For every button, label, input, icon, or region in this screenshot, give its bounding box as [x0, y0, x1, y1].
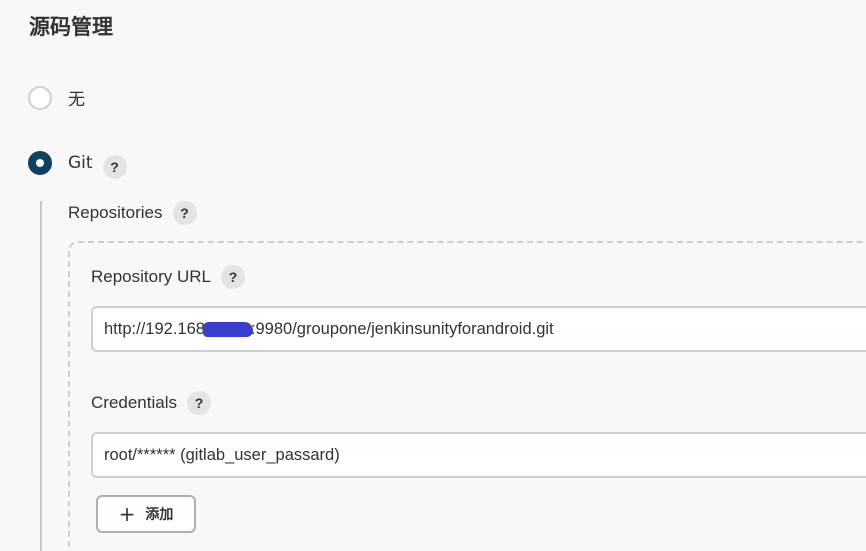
nested-section-bar — [40, 201, 42, 551]
add-credentials-button[interactable]: + 添加 — [96, 495, 196, 533]
credentials-select[interactable]: root/****** (gitlab_user_passard) — [91, 432, 866, 478]
credentials-value: root/****** (gitlab_user_passard) — [104, 445, 340, 464]
repository-url-help-icon[interactable]: ? — [221, 265, 245, 289]
radio-none[interactable] — [28, 85, 52, 110]
repositories-label: Repositories — [68, 203, 163, 222]
repositories-label-row: Repositories ? — [68, 201, 197, 225]
scm-option-git[interactable]: Git ? — [28, 147, 127, 179]
radio-git[interactable] — [28, 151, 52, 175]
scm-option-none[interactable]: 无 — [28, 85, 85, 110]
source-code-management-panel: 源码管理 无 Git ? Repositories ? Repository U… — [0, 0, 866, 551]
git-help-icon[interactable]: ? — [102, 155, 127, 179]
scm-option-git-label: Git — [68, 153, 93, 173]
repository-url-suffix: :9980/groupone/jenkinsunityforandroid.gi… — [250, 319, 554, 338]
radio-dot — [36, 159, 44, 167]
repository-url-label-row: Repository URL ? — [91, 265, 245, 289]
repository-url-input[interactable]: http://192.168 :9980/groupone/jenkinsunit… — [91, 306, 866, 352]
repository-url-label: Repository URL — [91, 267, 211, 286]
repositories-help-icon[interactable]: ? — [172, 201, 197, 225]
add-button-label: 添加 — [145, 507, 174, 523]
credentials-help-icon[interactable]: ? — [187, 391, 211, 415]
scm-option-none-label: 无 — [68, 90, 85, 110]
credentials-label: Credentials — [91, 393, 177, 412]
plus-icon: + — [118, 502, 136, 526]
repository-url-prefix: http://192.168 — [104, 319, 205, 338]
credentials-label-row: Credentials ? — [91, 391, 211, 415]
section-title: 源码管理 — [29, 15, 113, 39]
redaction-mark — [202, 321, 253, 337]
